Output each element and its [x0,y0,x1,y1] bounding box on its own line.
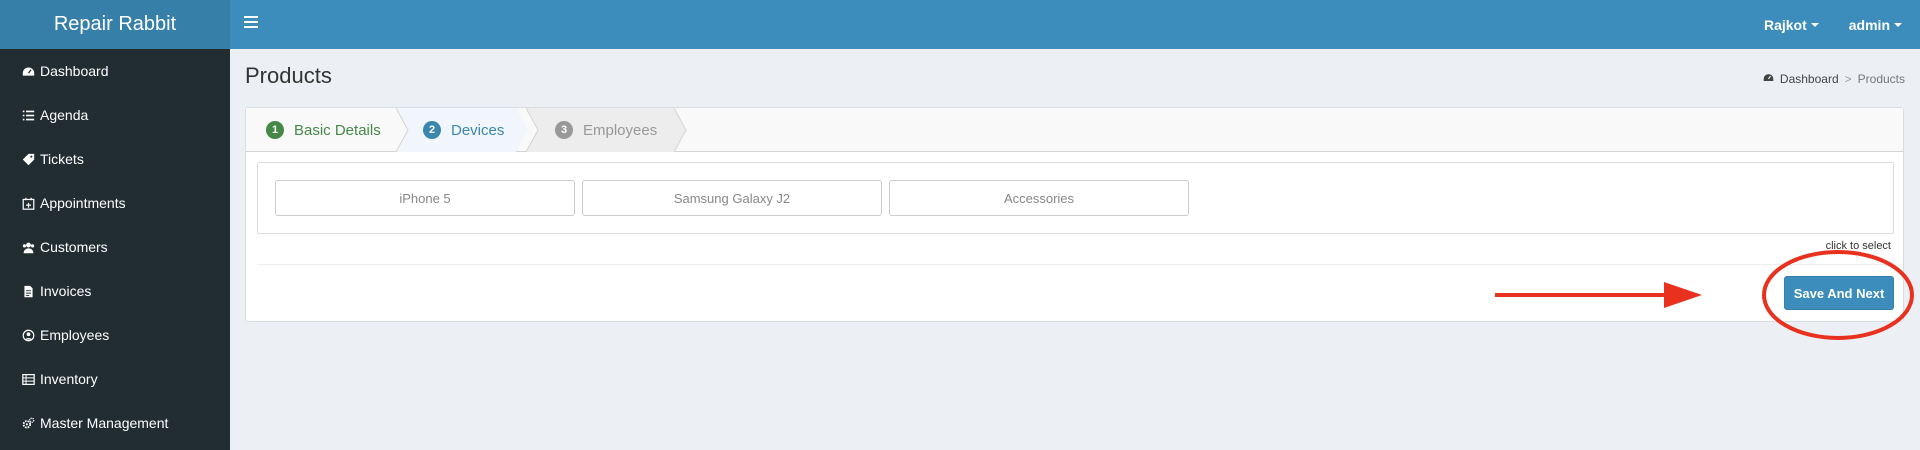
top-menu: Rajkot admin [1764,0,1902,49]
caret-down-icon [1894,22,1902,27]
sidebar-item-tickets[interactable]: Tickets [0,137,230,181]
sidebar-item-dashboard[interactable]: Dashboard [0,49,230,93]
users-icon [18,240,38,254]
table-icon [18,372,38,386]
sidebar-item-employees[interactable]: Employees [0,313,230,357]
device-option-samsung-galaxy-j2[interactable]: Samsung Galaxy J2 [582,180,882,216]
sidebar-item-appointments[interactable]: Appointments [0,181,230,225]
sidebar-item-master-management[interactable]: Master Management [0,401,230,445]
user-label: admin [1848,16,1890,33]
file-icon [18,284,38,298]
step-basic-details[interactable]: 1 Basic Details [246,108,408,152]
location-label: Rajkot [1763,16,1807,33]
sidebar-item-label: Invoices [40,283,92,299]
user-dropdown[interactable]: admin [1849,17,1902,33]
page-title: Products [245,63,332,88]
sidebar: Dashboard Agenda Tickets Appointments Cu… [0,49,230,450]
step-number: 3 [555,121,573,139]
step-label: Basic Details [294,121,381,139]
breadcrumb-home-link[interactable]: Dashboard [1780,72,1839,86]
divider [257,264,1894,265]
cogs-icon [18,416,38,430]
sidebar-item-label: Dashboard [40,63,109,79]
sidebar-item-label: Agenda [40,107,89,123]
sidebar-item-label: Inventory [40,371,98,387]
step-divider [674,108,687,152]
location-dropdown[interactable]: Rajkot [1764,17,1819,33]
sidebar-item-invoices[interactable]: Invoices [0,269,230,313]
sidebar-item-label: Tickets [40,151,84,167]
step-divider [526,108,539,152]
device-list-panel: iPhone 5 Samsung Galaxy J2 Accessories [257,162,1894,234]
top-navbar: Repair Rabbit Rajkot admin [0,0,1920,49]
sidebar-item-label: Appointments [40,195,126,211]
main-content: Products Dashboard > Products 1 Basic De… [230,49,1920,450]
breadcrumb-current: Products [1857,72,1905,86]
step-employees[interactable]: 3 Employees [526,108,686,152]
sidebar-item-inventory[interactable]: Inventory [0,357,230,401]
step-divider [396,108,409,152]
tag-icon [18,152,38,166]
app-logo[interactable]: Repair Rabbit [0,0,230,49]
step-label: Devices [451,121,505,139]
sidebar-item-label: Employees [40,327,110,343]
wizard-steps: 1 Basic Details 2 Devices 3 Employees [246,108,1903,152]
device-option-iphone-5[interactable]: iPhone 5 [275,180,575,216]
step-number: 1 [266,121,284,139]
sidebar-item-customers[interactable]: Customers [0,225,230,269]
product-wizard-box: 1 Basic Details 2 Devices 3 Employees iP… [245,107,1904,322]
step-number: 2 [423,121,441,139]
list-icon [18,108,38,122]
dashboard-icon [1763,72,1774,86]
device-option-accessories[interactable]: Accessories [889,180,1189,216]
sidebar-item-label: Customers [40,239,108,255]
dashboard-icon [18,64,38,78]
user-circle-icon [18,328,38,342]
sidebar-item-agenda[interactable]: Agenda [0,93,230,137]
step-label: Employees [583,121,658,139]
sidebar-toggle-icon[interactable] [244,16,258,32]
breadcrumb-separator: > [1844,72,1852,86]
step-devices[interactable]: 2 Devices [396,108,528,152]
select-hint: click to select [1825,240,1891,252]
calendar-plus-icon [18,196,38,210]
breadcrumb: Dashboard > Products [1763,72,1905,86]
caret-down-icon [1810,22,1819,27]
sidebar-item-label: Master Management [40,415,169,431]
save-and-next-button[interactable]: Save And Next [1784,276,1894,310]
